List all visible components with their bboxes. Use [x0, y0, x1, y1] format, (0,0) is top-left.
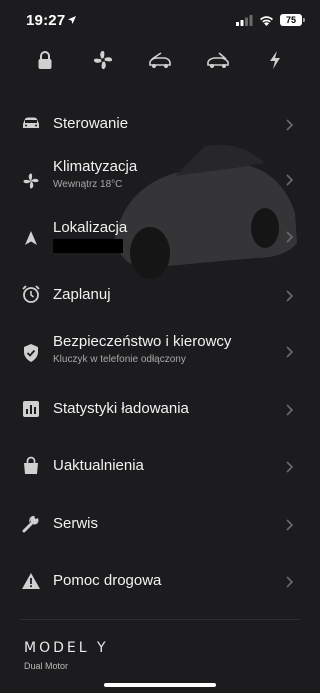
vehicle-variant: Dual Motor: [24, 661, 69, 671]
menu-item-label: Bezpieczeństwo i kierowcy: [53, 333, 232, 350]
vehicle-model-name: MODEL Y: [24, 640, 109, 656]
cellular-signal-icon: [236, 14, 253, 26]
status-bar: 19:27 75: [0, 0, 320, 40]
menu-item-label: Uaktualnienia: [53, 457, 144, 474]
menu-item-lokalizacja[interactable]: Lokalizacja: [0, 211, 320, 261]
chevron-right-icon: [286, 346, 294, 358]
car-icon: [20, 112, 42, 134]
menu-item-label: Serwis: [53, 515, 99, 532]
menu-item-label: Lokalizacja: [53, 219, 128, 236]
fan-icon: [93, 50, 113, 70]
menu-item-label: Statystyki ładowania: [53, 400, 189, 417]
menu-item-bezpieczenstwo[interactable]: Bezpieczeństwo i kierowcy Kluczyk w tele…: [0, 326, 320, 376]
shopping-bag-icon: [20, 455, 42, 477]
chevron-right-icon: [286, 576, 294, 588]
bar-chart-icon: [20, 398, 42, 420]
trunk-icon: [207, 52, 229, 68]
chevron-right-icon: [286, 461, 294, 473]
navigation-arrow-icon: [20, 227, 42, 249]
menu-item-label: Sterowanie: [53, 115, 129, 132]
climate-button[interactable]: [89, 46, 117, 74]
redacted-location: [53, 239, 123, 253]
chevron-right-icon: [286, 174, 294, 186]
chevron-right-icon: [286, 519, 294, 531]
menu-item-sublabel: Kluczyk w telefonie odłączony: [53, 354, 186, 365]
chevron-right-icon: [286, 290, 294, 302]
frunk-icon: [149, 52, 171, 68]
menu-item-label: Klimatyzacja: [53, 158, 138, 175]
wifi-icon: [260, 15, 273, 26]
quick-controls-bar: [0, 42, 320, 76]
charge-icon: [270, 51, 280, 69]
menu-item-serwis[interactable]: Serwis: [0, 498, 320, 548]
menu-item-label: Zaplanuj: [53, 286, 111, 303]
frunk-button[interactable]: [146, 46, 174, 74]
alarm-clock-icon: [20, 283, 42, 305]
fan-icon: [20, 170, 42, 192]
status-time: 19:27: [26, 12, 66, 29]
chevron-right-icon: [286, 404, 294, 416]
lock-icon: [38, 51, 52, 69]
menu-item-pomoc-drogowa[interactable]: Pomoc drogowa: [0, 555, 320, 605]
menu-item-klimatyzacja[interactable]: Klimatyzacja Wewnątrz 18°C: [0, 154, 320, 204]
divider: [20, 619, 300, 620]
warning-triangle-icon: [20, 570, 42, 592]
menu-item-sublabel: Wewnątrz 18°C: [53, 179, 123, 190]
trunk-button[interactable]: [204, 46, 232, 74]
lock-button[interactable]: [31, 46, 59, 74]
menu-item-sterowanie[interactable]: Sterowanie: [0, 97, 320, 147]
home-indicator[interactable]: [104, 683, 216, 687]
shield-check-icon: [20, 342, 42, 364]
menu-item-statystyki[interactable]: Statystyki ładowania: [0, 383, 320, 433]
location-arrow-icon: [68, 16, 76, 24]
charge-port-button[interactable]: [261, 46, 289, 74]
chevron-right-icon: [286, 119, 294, 131]
battery-indicator: 75: [280, 14, 305, 26]
menu-item-label: Pomoc drogowa: [53, 572, 162, 589]
chevron-right-icon: [286, 231, 294, 243]
status-indicators: 75: [236, 13, 305, 27]
menu-item-zaplanuj[interactable]: Zaplanuj: [0, 269, 320, 319]
wrench-icon: [20, 513, 42, 535]
menu-item-uaktualnienia[interactable]: Uaktualnienia: [0, 441, 320, 491]
